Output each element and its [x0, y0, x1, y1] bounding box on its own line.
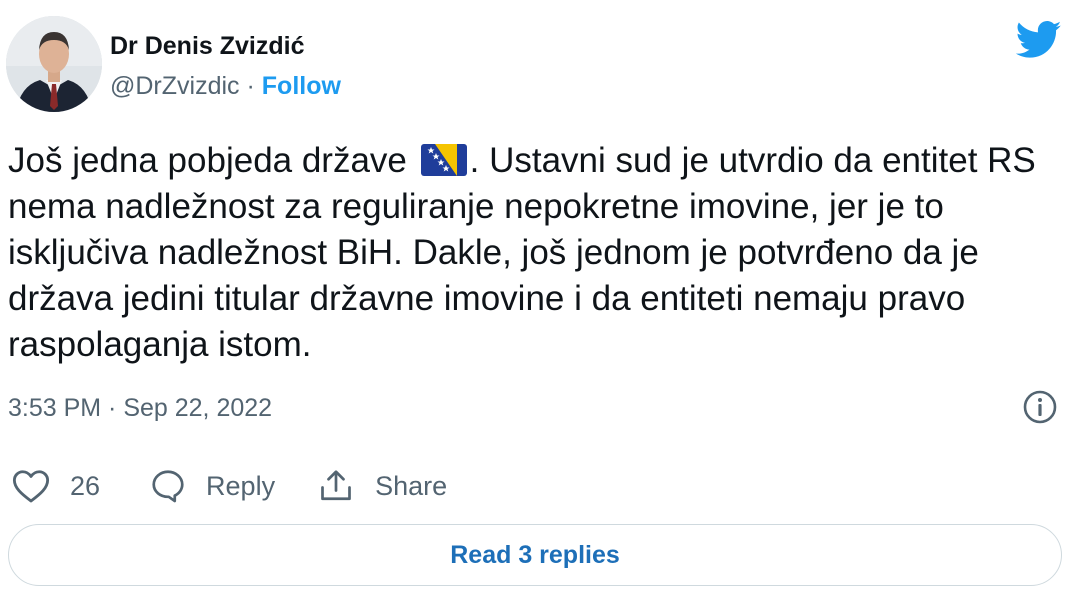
tweet-card: Dr Denis Zvizdić @DrZvizdic · Follow Još…	[0, 0, 1078, 600]
avatar-image	[6, 16, 102, 112]
timestamp[interactable]: 3:53 PM · Sep 22, 2022	[8, 394, 272, 422]
display-name[interactable]: Dr Denis Zvizdić	[110, 29, 341, 63]
timestamp-row: 3:53 PM · Sep 22, 2022	[8, 391, 272, 425]
share-label: Share	[375, 470, 448, 501]
reply-button[interactable]: Reply	[150, 468, 275, 504]
tweet-text: Još jedna pobjeda države . Ustavni sud j…	[8, 138, 1058, 368]
like-count: 26	[70, 470, 101, 501]
bosnia-herzegovina-flag-icon	[420, 144, 467, 176]
read-replies-button[interactable]: Read 3 replies	[8, 524, 1062, 586]
twitter-bird-icon[interactable]	[1016, 20, 1062, 60]
handle[interactable]: @DrZvizdic	[110, 72, 240, 100]
avatar[interactable]	[6, 16, 102, 112]
share-icon	[321, 470, 351, 501]
like-button[interactable]: 26	[12, 468, 100, 504]
reply-label: Reply	[206, 470, 276, 501]
author-info: Dr Denis Zvizdić @DrZvizdic · Follow	[110, 29, 341, 103]
share-button[interactable]: Share	[317, 468, 447, 504]
reply-bubble-icon	[152, 470, 184, 503]
separator: ·	[246, 72, 255, 100]
read-replies-label: Read 3 replies	[450, 540, 620, 569]
heart-icon	[12, 470, 50, 503]
follow-button[interactable]: Follow	[262, 72, 341, 100]
info-icon[interactable]	[1022, 389, 1058, 425]
tweet-text-part-1: Još jedna pobjeda države	[8, 141, 407, 180]
handle-row: @DrZvizdic · Follow	[110, 69, 341, 103]
action-bar: 26 Reply Share	[12, 466, 447, 506]
